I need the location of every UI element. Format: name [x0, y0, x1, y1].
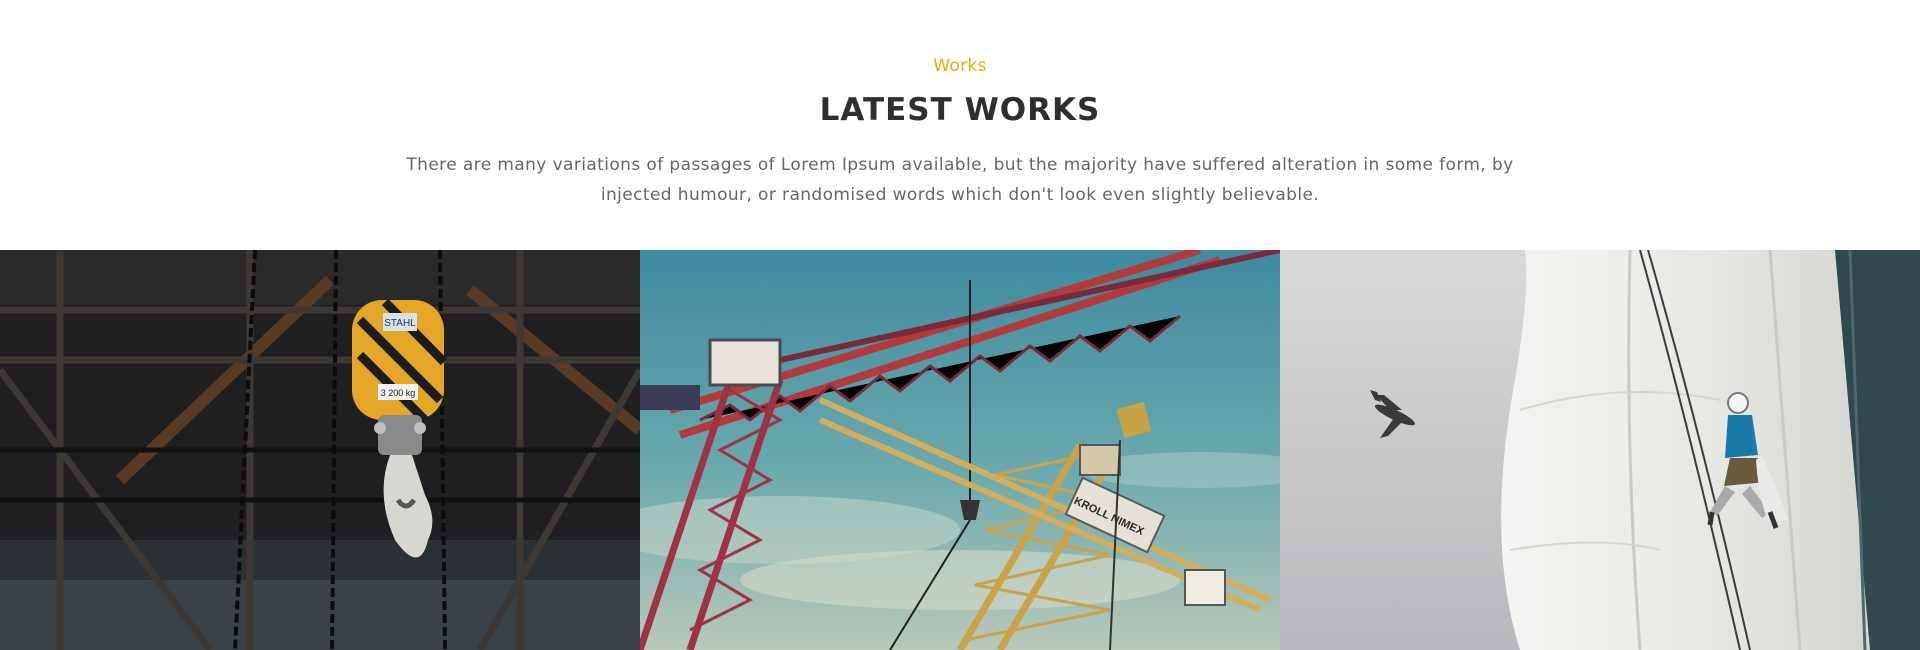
section-title: LATEST WORKS [819, 92, 1101, 128]
section-description: There are many variations of passages of… [406, 155, 1514, 205]
works-section: Works LATEST WORKS There are many variat… [0, 0, 1920, 650]
work-item-tower-cranes[interactable]: KROLL NIMEX [640, 250, 1280, 650]
work-item-building-climber[interactable] [1280, 250, 1920, 650]
hook-capacity-label: 3 200 kg [381, 388, 416, 398]
crane-hook-photo: STAHL 3 200 kg [0, 250, 640, 650]
work-item-crane-hook[interactable]: STAHL 3 200 kg [0, 250, 640, 650]
building-climber-photo [1280, 250, 1920, 650]
works-header: Works LATEST WORKS There are many variat… [0, 0, 1920, 250]
hook-brand-label: STAHL [384, 318, 416, 329]
section-eyebrow: Works [933, 56, 987, 76]
tower-cranes-photo: KROLL NIMEX [640, 250, 1280, 650]
works-gallery: STAHL 3 200 kg KROLL NIMEX [0, 250, 1920, 650]
